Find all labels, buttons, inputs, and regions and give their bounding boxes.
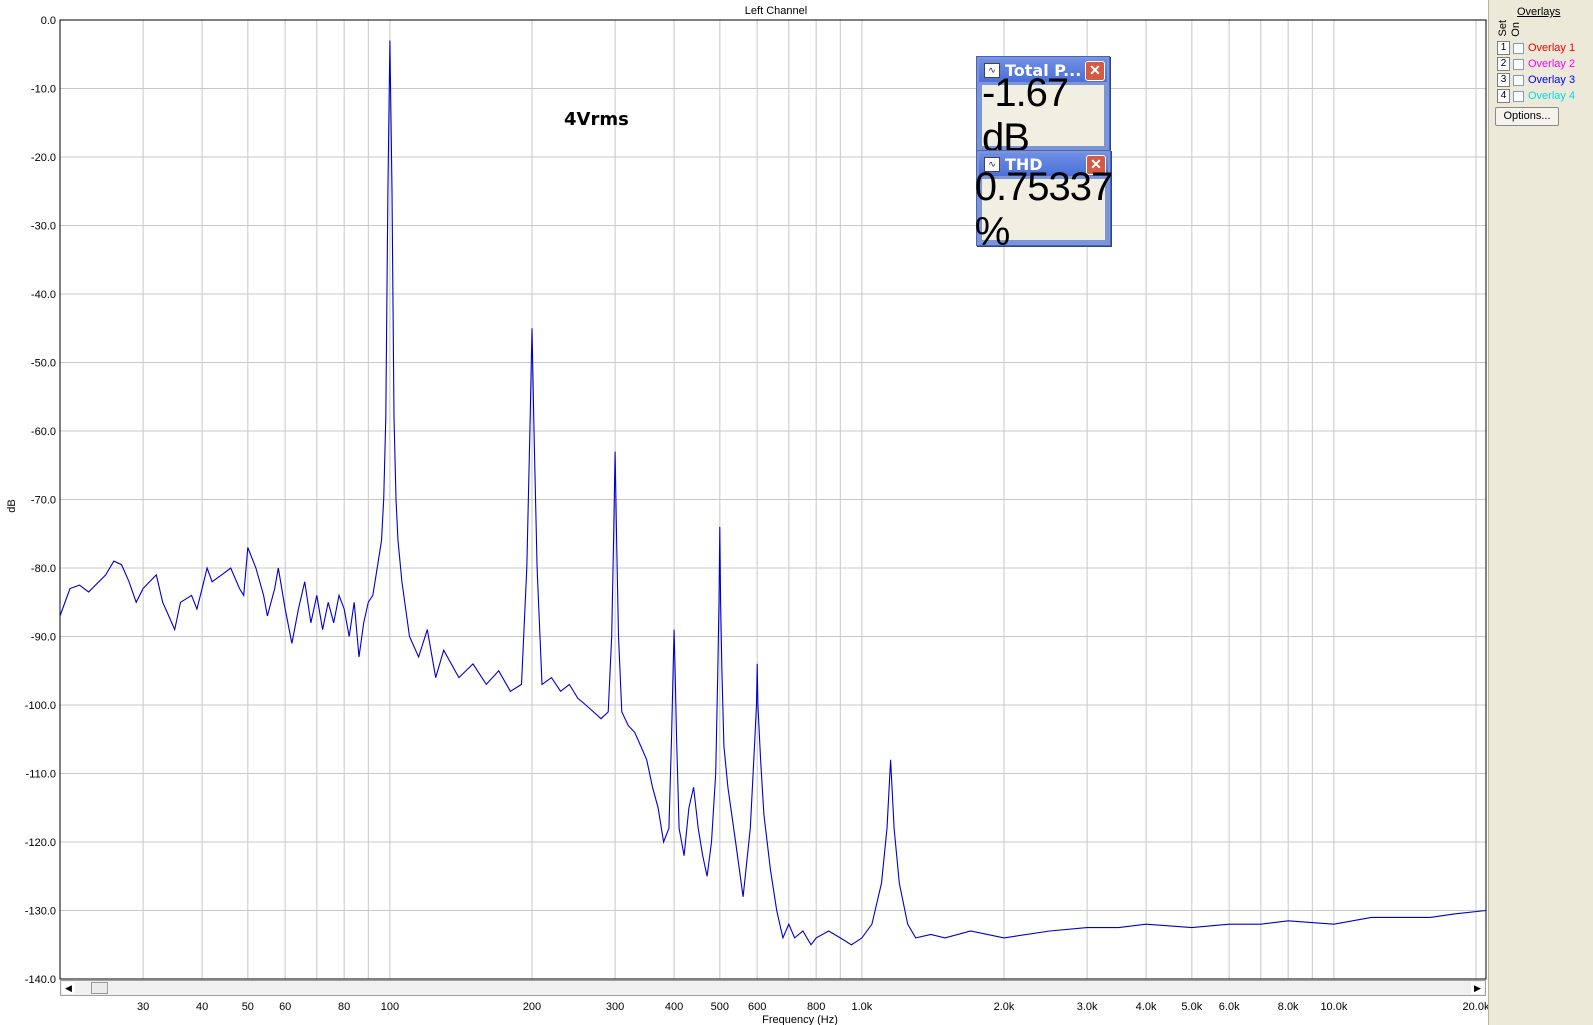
y-tick-label: -110.0 [26, 769, 56, 781]
meter-value: -1.67 dB [982, 71, 1104, 160]
y-tick-label: -20.0 [31, 152, 56, 164]
set-column-label: Set [1497, 20, 1509, 37]
x-axis-label: Frequency (Hz) [762, 1014, 838, 1025]
overlay-checkbox[interactable] [1513, 58, 1524, 70]
overlays-panel: Overlays Set On 1 Overlay 1 2 Overlay 2 … [1488, 0, 1593, 1025]
y-tick-label: -50.0 [31, 358, 56, 370]
y-tick-label: -60.0 [31, 426, 56, 438]
scroll-left-icon[interactable]: ◀ [62, 982, 75, 994]
overlay-row-4: 4 Overlay 4 [1497, 89, 1575, 103]
overlay-set-button[interactable]: 4 [1497, 89, 1510, 103]
overlay-set-button[interactable]: 1 [1497, 41, 1510, 55]
x-tick-label: 500 [711, 1001, 729, 1013]
x-tick-label: 800 [807, 1001, 825, 1013]
x-tick-label: 300 [606, 1001, 624, 1013]
options-button[interactable]: Options... [1495, 107, 1559, 126]
x-tick-label: 200 [523, 1001, 541, 1013]
overlay-checkbox[interactable] [1513, 42, 1524, 54]
x-tick-label: 6.0k [1219, 1001, 1240, 1013]
spectrum-chart: Left Channel 0.0 -10.0 -20.0 -30.0 -40.0 -50.… [0, 0, 1488, 1025]
scroll-thumb[interactable] [91, 982, 108, 994]
x-tick-label: 30 [137, 1001, 149, 1013]
overlay-row-1: 1 Overlay 1 [1497, 41, 1575, 55]
y-tick-label: -10.0 [31, 84, 56, 96]
overlay-checkbox[interactable] [1513, 90, 1524, 102]
y-tick-label: -140.0 [25, 974, 56, 986]
x-tick-label: 400 [665, 1001, 683, 1013]
chart-title: Left Channel [745, 5, 807, 17]
overlay-label: Overlay 4 [1528, 90, 1576, 102]
x-tick-label: 80 [338, 1001, 350, 1013]
overlay-checkbox[interactable] [1513, 74, 1524, 86]
overlay-label: Overlay 1 [1528, 42, 1576, 54]
overlay-row-2: 2 Overlay 2 [1497, 57, 1575, 71]
x-tick-label: 5.0k [1181, 1001, 1202, 1013]
y-tick-label: -80.0 [31, 563, 56, 575]
x-tick-label: 3.0k [1077, 1001, 1098, 1013]
meter-value: 0.75337 % [974, 164, 1114, 254]
x-tick-label: 60 [279, 1001, 291, 1013]
y-tick-label: -120.0 [25, 837, 56, 849]
x-tick-label: 8.0k [1278, 1001, 1299, 1013]
y-tick-label: -90.0 [31, 632, 56, 644]
y-tick-label: -40.0 [31, 289, 56, 301]
y-axis-label: dB [6, 499, 18, 512]
y-tick-label: -130.0 [25, 906, 56, 918]
horizontal-scrollbar[interactable]: ◀ ▶ [60, 980, 1486, 996]
chart-annotation: 4Vrms [564, 109, 629, 130]
x-tick-label: 40 [196, 1001, 208, 1013]
thd-meter[interactable]: ∿ THD ✕ 0.75337 % [974, 150, 1114, 254]
overlay-set-button[interactable]: 2 [1497, 57, 1510, 71]
y-tick-label: -30.0 [31, 221, 56, 233]
x-tick-label: 4.0k [1136, 1001, 1157, 1013]
x-tick-label: 2.0k [994, 1001, 1015, 1013]
overlay-row-3: 3 Overlay 3 [1497, 73, 1575, 87]
x-tick-label: 20.0k [1463, 1001, 1488, 1013]
x-tick-label: 50 [242, 1001, 254, 1013]
x-tick-label: 100 [381, 1001, 399, 1013]
y-tick-label: -70.0 [31, 495, 56, 507]
overlay-label: Overlay 3 [1528, 74, 1576, 86]
y-tick-label: -100.0 [25, 700, 56, 712]
on-column-label: On [1510, 22, 1522, 37]
x-tick-label: 1.0k [852, 1001, 873, 1013]
overlay-label: Overlay 2 [1528, 58, 1576, 70]
x-tick-label: 600 [748, 1001, 766, 1013]
overlays-header: Overlays [1517, 6, 1561, 18]
total-power-meter[interactable]: ∿ Total P... ✕ -1.67 dB [976, 56, 1110, 160]
overlay-set-button[interactable]: 3 [1497, 73, 1510, 87]
y-tick-label: 0.0 [41, 15, 56, 27]
x-tick-label: 10.0k [1320, 1001, 1347, 1013]
scroll-right-icon[interactable]: ▶ [1471, 982, 1484, 994]
